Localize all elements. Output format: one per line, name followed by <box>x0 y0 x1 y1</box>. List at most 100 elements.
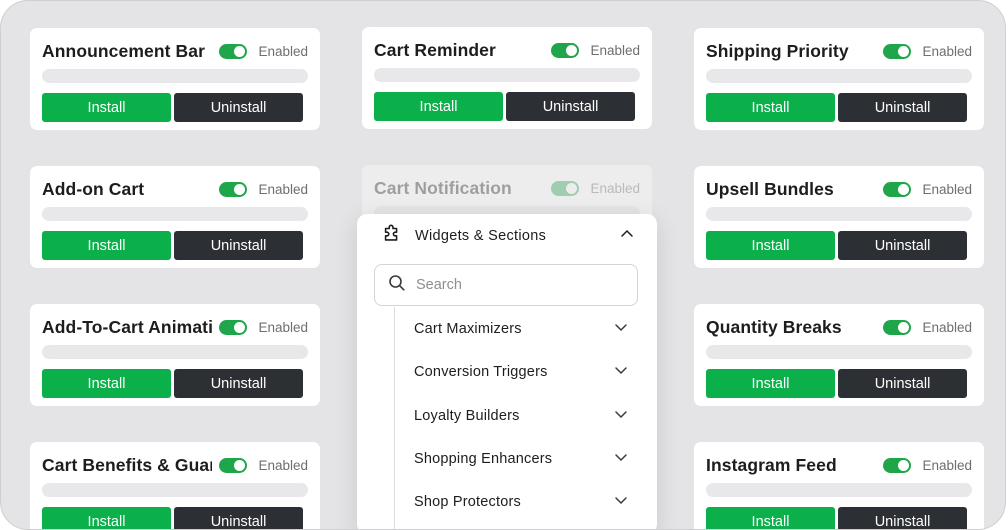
placeholder-bar <box>706 69 972 83</box>
enable-toggle[interactable] <box>219 319 248 335</box>
status-label: Enabled <box>922 457 972 473</box>
install-button[interactable]: Install <box>706 369 835 398</box>
widgets-dropdown: Widgets & Sections Search Cart Maximizer… <box>357 214 657 529</box>
uninstall-button[interactable]: Uninstall <box>838 93 967 122</box>
enable-toggle[interactable] <box>219 457 248 473</box>
dropdown-title: Widgets & Sections <box>415 228 547 244</box>
toggle-knob <box>234 459 246 471</box>
uninstall-button[interactable]: Uninstall <box>838 507 967 529</box>
card-title: Add-on Cart <box>42 178 145 199</box>
toggle-knob <box>898 459 910 471</box>
uninstall-button[interactable]: Uninstall <box>506 92 635 121</box>
toggle-knob <box>234 183 246 195</box>
toggle-knob <box>898 321 910 333</box>
category-item-loyalty-builders[interactable]: Loyalty Builders <box>414 401 629 431</box>
uninstall-button[interactable]: Uninstall <box>174 231 303 260</box>
tree-guide-line <box>394 307 395 529</box>
install-button[interactable]: Install <box>42 93 171 122</box>
enable-toggle[interactable] <box>883 181 912 197</box>
install-button[interactable]: Install <box>42 231 171 260</box>
category-item-cart-maximizers[interactable]: Cart Maximizers <box>414 314 629 344</box>
search-placeholder: Search <box>416 277 462 293</box>
card-title: Announcement Bar <box>42 40 206 61</box>
app-card-announcement-bar: Announcement Bar Enabled Install Uninsta… <box>30 28 320 130</box>
status-label: Enabled <box>590 42 640 58</box>
enable-toggle[interactable] <box>219 43 248 59</box>
app-card-add-on-cart: Add-on Cart Enabled Install Uninstall <box>30 166 320 268</box>
enable-toggle[interactable] <box>551 180 580 196</box>
install-button[interactable]: Install <box>42 507 171 529</box>
uninstall-button[interactable]: Uninstall <box>174 507 303 529</box>
search-icon <box>388 274 406 297</box>
category-label: Shopping Enhancers <box>414 451 553 467</box>
enable-toggle[interactable] <box>219 181 248 197</box>
uninstall-button[interactable]: Uninstall <box>838 231 967 260</box>
status-label: Enabled <box>258 457 308 473</box>
chevron-down-icon <box>613 406 629 427</box>
toggle-knob <box>898 183 910 195</box>
category-label: Loyalty Builders <box>414 408 520 424</box>
install-button[interactable]: Install <box>706 507 835 529</box>
toggle-knob <box>898 45 910 57</box>
chevron-down-icon <box>613 362 629 383</box>
placeholder-bar <box>706 345 972 359</box>
status-label: Enabled <box>258 43 308 59</box>
app-card-quantity-breaks: Quantity Breaks Enabled Install Uninstal… <box>694 304 984 406</box>
puzzle-icon <box>381 223 403 250</box>
category-item-shopping-enhancers[interactable]: Shopping Enhancers <box>414 444 629 474</box>
card-title: Shipping Priority <box>706 40 849 61</box>
category-label: Conversion Triggers <box>414 364 548 380</box>
chevron-up-icon[interactable] <box>619 226 635 247</box>
placeholder-bar <box>42 207 308 221</box>
enable-toggle[interactable] <box>883 457 912 473</box>
card-title: Add-To-Cart Animati <box>42 316 212 337</box>
card-title: Cart Reminder <box>374 39 496 60</box>
card-title: Cart Benefits & Guar <box>42 454 212 475</box>
install-button[interactable]: Install <box>374 92 503 121</box>
dropdown-header[interactable]: Widgets & Sections <box>357 214 657 258</box>
placeholder-bar <box>42 345 308 359</box>
install-button[interactable]: Install <box>706 93 835 122</box>
toggle-knob <box>234 45 246 57</box>
app-card-instagram-feed: Instagram Feed Enabled Install Uninstall <box>694 442 984 529</box>
card-title: Quantity Breaks <box>706 316 842 337</box>
toggle-knob <box>566 44 578 56</box>
app-card-cart-benefits: Cart Benefits & Guar Enabled Install Uni… <box>30 442 320 529</box>
status-label: Enabled <box>590 180 640 196</box>
uninstall-button[interactable]: Uninstall <box>838 369 967 398</box>
enable-toggle[interactable] <box>551 42 580 58</box>
category-item-conversion-triggers[interactable]: Conversion Triggers <box>414 357 629 387</box>
status-label: Enabled <box>258 319 308 335</box>
enable-toggle[interactable] <box>883 43 912 59</box>
placeholder-bar <box>42 69 308 83</box>
uninstall-button[interactable]: Uninstall <box>174 93 303 122</box>
status-label: Enabled <box>922 319 972 335</box>
app-card-upsell-bundles: Upsell Bundles Enabled Install Uninstall <box>694 166 984 268</box>
uninstall-button[interactable]: Uninstall <box>174 369 303 398</box>
status-label: Enabled <box>922 181 972 197</box>
placeholder-bar <box>374 68 640 82</box>
app-card-add-to-cart-animation: Add-To-Cart Animati Enabled Install Unin… <box>30 304 320 406</box>
chevron-down-icon <box>613 319 629 340</box>
toggle-knob <box>566 182 578 194</box>
app-card-shipping-priority: Shipping Priority Enabled Install Uninst… <box>694 28 984 130</box>
status-label: Enabled <box>258 181 308 197</box>
category-label: Cart Maximizers <box>414 321 522 337</box>
app-frame: Announcement Bar Enabled Install Uninsta… <box>0 0 1006 530</box>
category-label: Shop Protectors <box>414 494 521 510</box>
status-label: Enabled <box>922 43 972 59</box>
chevron-down-icon <box>613 449 629 470</box>
card-title: Upsell Bundles <box>706 178 834 199</box>
placeholder-bar <box>706 207 972 221</box>
install-button[interactable]: Install <box>706 231 835 260</box>
enable-toggle[interactable] <box>883 319 912 335</box>
chevron-down-icon <box>613 492 629 513</box>
install-button[interactable]: Install <box>42 369 171 398</box>
category-item-shop-protectors[interactable]: Shop Protectors <box>414 487 629 517</box>
placeholder-bar <box>706 483 972 497</box>
card-title: Instagram Feed <box>706 454 837 475</box>
placeholder-bar <box>42 483 308 497</box>
search-input[interactable]: Search <box>374 264 638 306</box>
app-card-cart-reminder: Cart Reminder Enabled Install Uninstall <box>362 27 652 129</box>
card-title: Cart Notification <box>374 177 512 198</box>
